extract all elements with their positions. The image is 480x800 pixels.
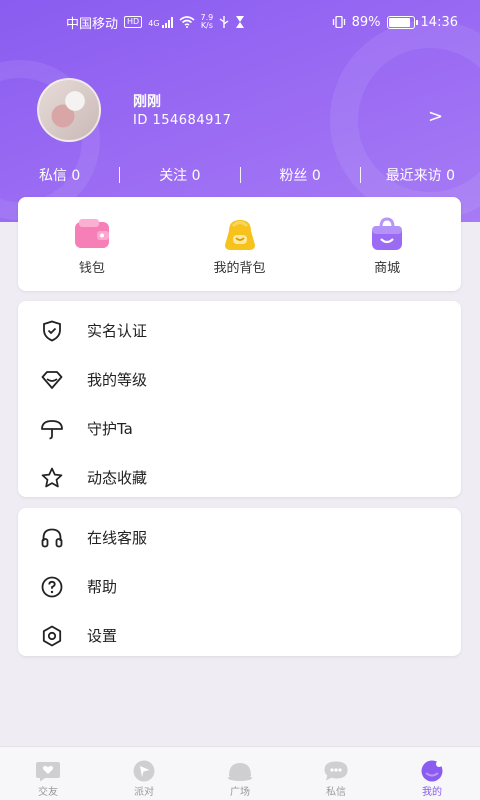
tab-party[interactable]: 派对 bbox=[96, 747, 192, 800]
status-bar: 中国移动 HD 4G 7.9 K/s 89% 14:36 bbox=[0, 0, 480, 44]
tab-party-label: 派对 bbox=[134, 787, 154, 798]
hourglass-icon bbox=[236, 16, 245, 28]
shield-check-icon bbox=[43, 320, 61, 341]
backpack-icon bbox=[224, 220, 255, 250]
tab-plaza[interactable]: 广场 bbox=[192, 747, 288, 800]
hd-badge: HD bbox=[124, 16, 143, 28]
menu-group-support: 在线客服 帮助 设置 bbox=[18, 508, 461, 656]
signal-icon: 4G bbox=[148, 16, 173, 28]
tab-me-label: 我的 bbox=[422, 787, 442, 798]
me-icon bbox=[421, 760, 443, 782]
tab-messages[interactable]: 私信 bbox=[288, 747, 384, 800]
wifi-icon bbox=[178, 16, 195, 28]
battery-percent: 89% bbox=[351, 14, 381, 30]
vibrate-icon bbox=[332, 16, 345, 28]
avatar[interactable] bbox=[37, 78, 101, 142]
quick-backpack[interactable]: 我的背包 bbox=[166, 197, 314, 291]
help-icon bbox=[41, 576, 63, 597]
profile-arrow-icon[interactable]: > bbox=[428, 106, 443, 127]
menu-verify-label: 实名认证 bbox=[87, 322, 148, 340]
menu-verify[interactable]: 实名认证 bbox=[18, 306, 461, 355]
quick-wallet[interactable]: 钱包 bbox=[18, 197, 166, 291]
decorative-ring bbox=[330, 20, 480, 220]
menu-settings-label: 设置 bbox=[87, 627, 118, 645]
usb-icon bbox=[219, 16, 229, 28]
square-icon bbox=[228, 763, 252, 781]
quick-actions-card: 钱包 我的背包 商城 bbox=[18, 197, 461, 291]
quick-backpack-label: 我的背包 bbox=[213, 261, 266, 276]
battery-icon bbox=[386, 15, 418, 29]
quick-wallet-label: 钱包 bbox=[78, 261, 105, 276]
stat-messages[interactable]: 私信 0 bbox=[0, 165, 119, 185]
menu-help-label: 帮助 bbox=[87, 578, 118, 596]
headphones-icon bbox=[41, 528, 63, 547]
star-icon bbox=[41, 467, 63, 487]
menu-settings[interactable]: 设置 bbox=[18, 611, 461, 660]
diamond-icon bbox=[41, 370, 63, 389]
wallet-icon bbox=[74, 219, 109, 248]
menu-help[interactable]: 帮助 bbox=[18, 562, 461, 611]
tab-plaza-label: 广场 bbox=[230, 787, 250, 798]
quick-shop-label: 商城 bbox=[374, 261, 401, 276]
menu-support[interactable]: 在线客服 bbox=[18, 513, 461, 562]
settings-icon bbox=[42, 625, 62, 646]
stat-visitors[interactable]: 最近来访 0 bbox=[361, 165, 480, 185]
shopping-bag-icon bbox=[372, 217, 403, 250]
menu-support-label: 在线客服 bbox=[87, 529, 148, 547]
tab-me[interactable]: 我的 bbox=[384, 747, 480, 800]
tab-messages-label: 私信 bbox=[326, 787, 346, 798]
menu-guard[interactable]: 守护Ta bbox=[18, 404, 461, 453]
umbrella-icon bbox=[41, 419, 63, 439]
user-name[interactable]: 刚刚 bbox=[133, 91, 161, 111]
menu-guard-label: 守护Ta bbox=[87, 420, 133, 438]
stat-following[interactable]: 关注 0 bbox=[120, 165, 239, 185]
tab-friends[interactable]: 交友 bbox=[0, 747, 96, 800]
user-id: ID 154684917 bbox=[133, 113, 232, 128]
menu-favorites[interactable]: 动态收藏 bbox=[18, 453, 461, 502]
network-type: 4G bbox=[148, 18, 160, 28]
tab-friends-label: 交友 bbox=[38, 787, 58, 798]
stat-fans[interactable]: 粉丝 0 bbox=[241, 165, 360, 185]
carrier-label: 中国移动 bbox=[66, 16, 119, 32]
menu-level-label: 我的等级 bbox=[87, 371, 148, 389]
quick-shop[interactable]: 商城 bbox=[313, 197, 461, 291]
chat-heart-icon bbox=[36, 762, 60, 782]
menu-favorites-label: 动态收藏 bbox=[87, 469, 148, 487]
menu-group-account: 实名认证 我的等级 守护Ta 动态收藏 bbox=[18, 301, 461, 497]
profile-header: 中国移动 HD 4G 7.9 K/s 89% 14:36 刚刚 ID 15468… bbox=[0, 0, 480, 222]
stats-bar: 私信 0 关注 0 粉丝 0 最近来访 0 bbox=[0, 164, 480, 186]
party-icon bbox=[133, 760, 155, 782]
message-icon bbox=[324, 761, 348, 781]
bottom-tab-bar: 交友 派对 广场 私信 我的 bbox=[0, 746, 480, 800]
menu-level[interactable]: 我的等级 bbox=[18, 355, 461, 404]
net-speed: 7.9 K/s bbox=[200, 13, 214, 30]
clock: 14:36 bbox=[420, 14, 458, 30]
